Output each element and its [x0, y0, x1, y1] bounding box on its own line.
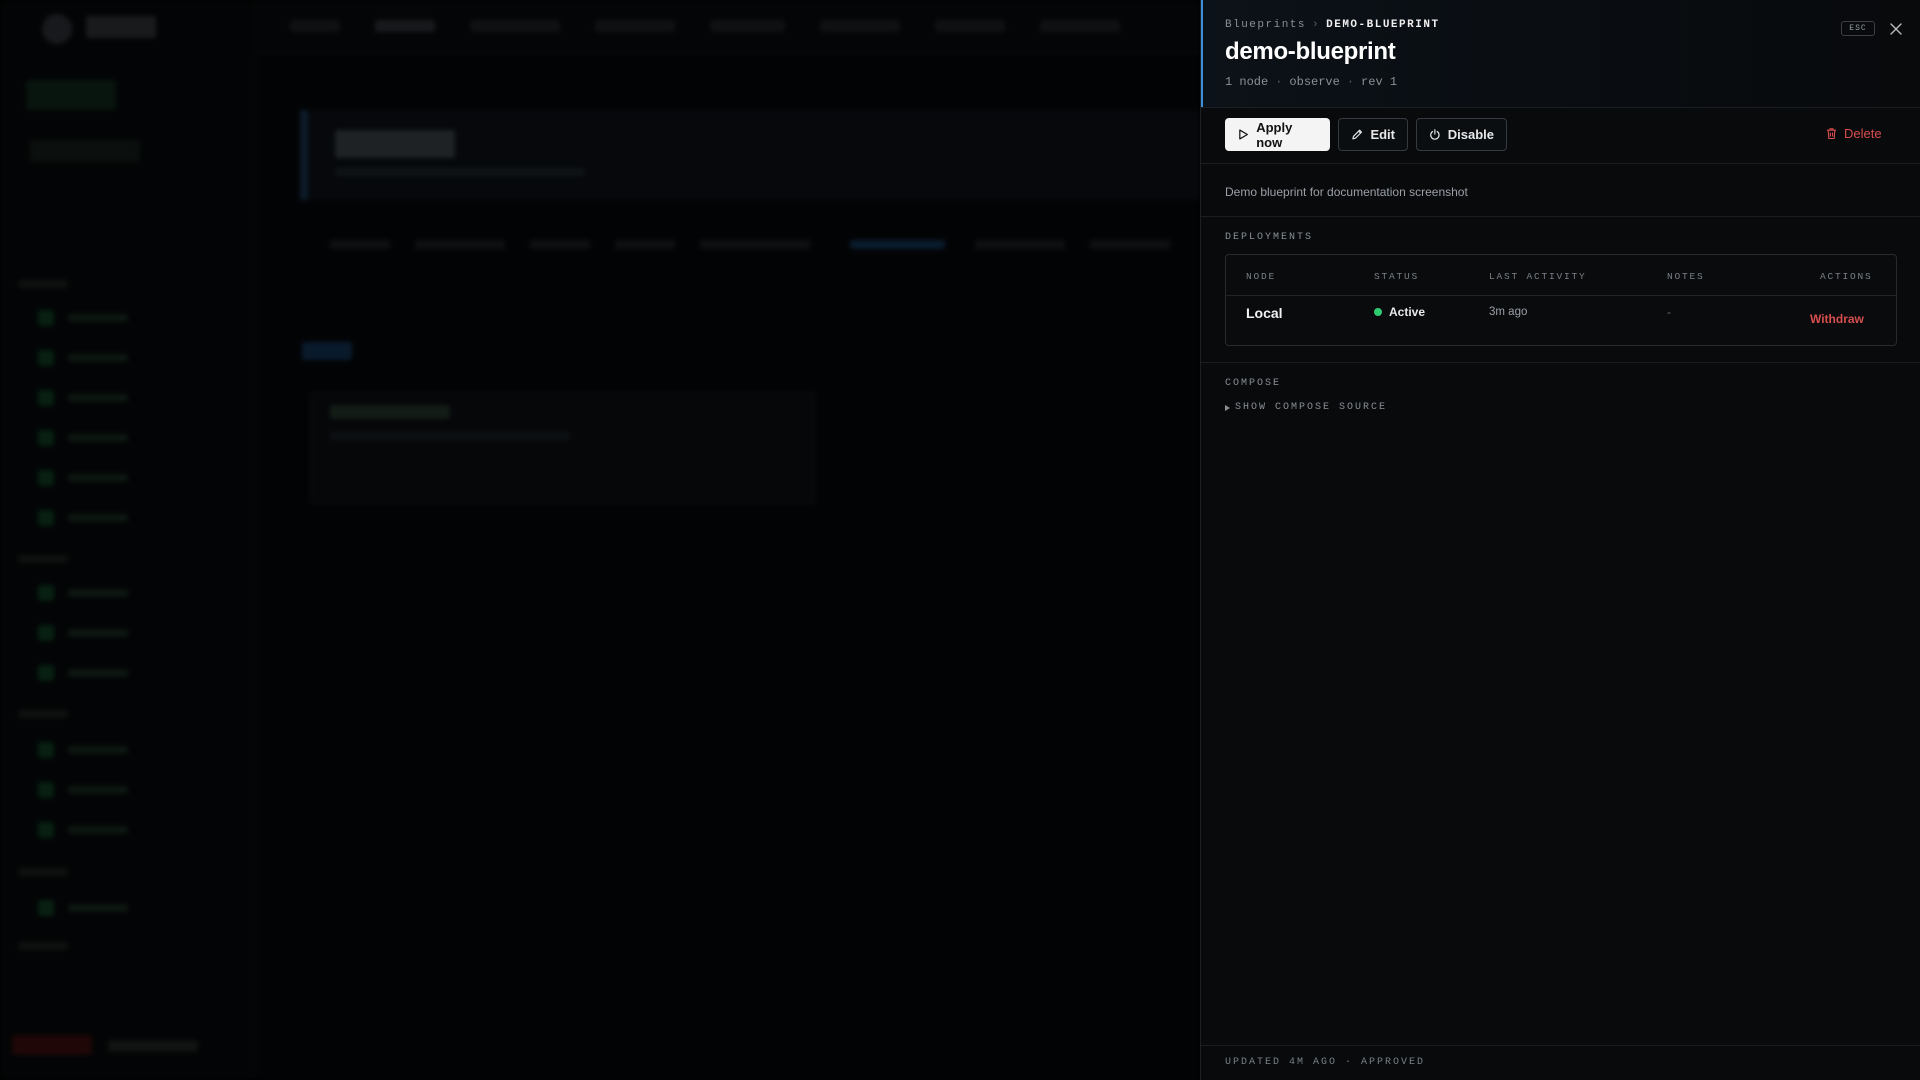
column-header-status: STATUS [1374, 271, 1420, 282]
blueprint-meta: 1 node · observe · rev 1 [1225, 75, 1398, 89]
deployment-last-activity: 3m ago [1489, 306, 1528, 318]
show-compose-source-toggle[interactable]: SHOW COMPOSE SOURCE [1225, 402, 1387, 413]
column-header-node: NODE [1246, 271, 1277, 282]
meta-node-count: 1 node [1225, 75, 1269, 89]
deployment-notes: - [1667, 305, 1671, 319]
disable-button[interactable]: Disable [1416, 118, 1507, 151]
blueprint-detail-drawer: Blueprints › DEMO-BLUEPRINT ESC demo-bluep… [1200, 0, 1920, 1080]
status-active-dot [1374, 308, 1382, 316]
power-icon [1430, 129, 1440, 140]
play-icon [1239, 129, 1248, 140]
page-title: demo-blueprint [1225, 38, 1396, 65]
trash-icon [1827, 128, 1836, 140]
close-icon [1890, 23, 1902, 35]
edit-label: Edit [1370, 127, 1395, 142]
deployments-table: NODE STATUS LAST ACTIVITY NOTES ACTIONS … [1225, 254, 1897, 346]
breadcrumb: Blueprints › DEMO-BLUEPRINT [1225, 19, 1440, 31]
withdraw-button[interactable]: Withdraw [1810, 312, 1864, 326]
background-sidebar [0, 0, 255, 1080]
delete-label: Delete [1844, 126, 1882, 141]
edit-button[interactable]: Edit [1338, 118, 1408, 151]
caret-right-icon [1225, 404, 1230, 411]
apply-now-button[interactable]: Apply now [1225, 118, 1330, 151]
background-main [255, 54, 1200, 1080]
breadcrumb-current: DEMO-BLUEPRINT [1326, 19, 1440, 31]
close-button[interactable] [1885, 18, 1907, 40]
column-header-last-activity: LAST ACTIVITY [1489, 271, 1587, 282]
breadcrumb-separator: › [1312, 19, 1321, 31]
deployment-node: Local [1246, 305, 1283, 321]
status-badge: Active [1374, 305, 1425, 319]
deployment-status: Active [1389, 305, 1426, 319]
meta-revision: rev 1 [1361, 75, 1398, 89]
esc-key-hint: ESC [1841, 21, 1875, 36]
blueprint-description: Demo blueprint for documentation screens… [1225, 185, 1468, 199]
delete-button[interactable]: Delete [1825, 126, 1882, 141]
background-app [0, 0, 1200, 1080]
disable-label: Disable [1447, 127, 1494, 142]
compose-section-label: COMPOSE [1225, 378, 1282, 389]
meta-mode: observe [1289, 75, 1340, 89]
drawer-footer-status: UPDATED 4M AGO · APPROVED [1225, 1057, 1426, 1068]
pencil-icon [1352, 129, 1363, 140]
compose-toggle-label: SHOW COMPOSE SOURCE [1235, 402, 1388, 413]
apply-now-label: Apply now [1256, 119, 1293, 150]
deployments-section-label: DEPLOYMENTS [1225, 232, 1314, 243]
background-logo [42, 14, 72, 44]
column-header-actions: ACTIONS [1820, 271, 1873, 282]
column-header-notes: NOTES [1667, 271, 1705, 282]
breadcrumb-parent[interactable]: Blueprints [1225, 19, 1306, 31]
drawer-accent-line [1201, 0, 1203, 107]
